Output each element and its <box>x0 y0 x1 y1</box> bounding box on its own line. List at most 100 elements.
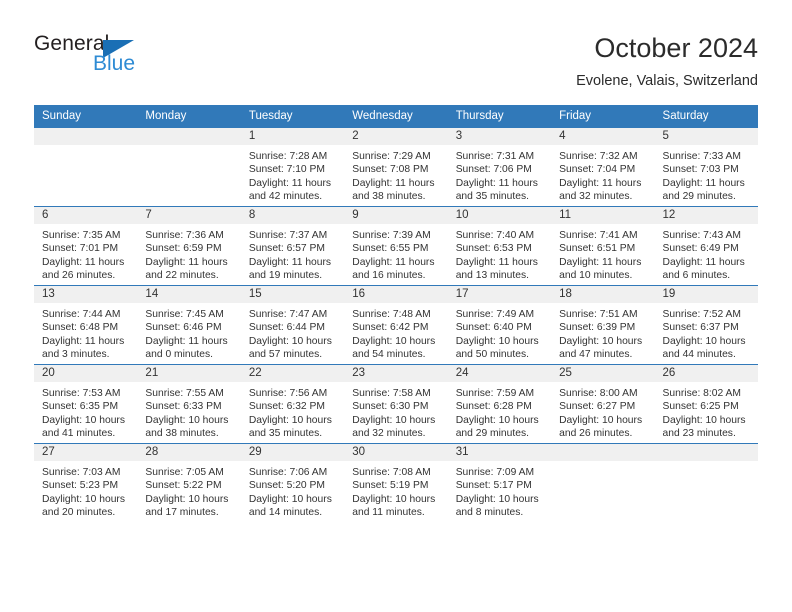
calendar-day-cell <box>551 443 655 522</box>
day-cell-content: 20 Sunrise: 7:53 AM Sunset: 6:35 PM Dayli… <box>34 365 138 443</box>
calendar-week-row: 27 Sunrise: 7:03 AM Sunset: 5:23 PM Dayli… <box>34 443 758 522</box>
day-number: 13 <box>34 286 138 303</box>
calendar-day-cell[interactable]: 9 Sunrise: 7:39 AM Sunset: 6:55 PM Daylig… <box>344 206 448 286</box>
calendar-day-cell[interactable]: 18 Sunrise: 7:51 AM Sunset: 6:39 PM Dayli… <box>551 285 655 365</box>
general-blue-logo[interactable]: General Blue <box>34 32 234 90</box>
calendar-day-cell[interactable]: 25 Sunrise: 8:00 AM Sunset: 6:27 PM Dayli… <box>551 364 655 444</box>
calendar-day-cell[interactable]: 10 Sunrise: 7:40 AM Sunset: 6:53 PM Dayli… <box>447 206 552 286</box>
day-cell-content: 4 Sunrise: 7:32 AM Sunset: 7:04 PM Daylig… <box>551 128 655 206</box>
day-sun-details: Sunrise: 8:02 AM Sunset: 6:25 PM Dayligh… <box>662 388 746 439</box>
day-number: 3 <box>447 128 552 145</box>
day-sun-details: Sunrise: 7:52 AM Sunset: 6:37 PM Dayligh… <box>662 309 746 360</box>
day-number: 26 <box>654 365 758 382</box>
day-number: 4 <box>551 128 655 145</box>
day-number: 1 <box>240 128 345 145</box>
day-sun-details: Sunrise: 7:56 AM Sunset: 6:32 PM Dayligh… <box>248 388 332 439</box>
day-number <box>34 128 138 145</box>
calendar-body: 1 Sunrise: 7:28 AM Sunset: 7:10 PM Daylig… <box>34 128 758 522</box>
calendar-day-cell[interactable]: 13 Sunrise: 7:44 AM Sunset: 6:48 PM Dayli… <box>34 285 138 365</box>
day-sun-details <box>551 461 654 466</box>
calendar-week-row: 20 Sunrise: 7:53 AM Sunset: 6:35 PM Dayli… <box>34 364 758 444</box>
calendar-day-cell[interactable]: 21 Sunrise: 7:55 AM Sunset: 6:33 PM Dayli… <box>137 364 241 444</box>
day-number: 7 <box>137 207 241 224</box>
day-number: 22 <box>240 365 345 382</box>
calendar-day-cell[interactable]: 7 Sunrise: 7:36 AM Sunset: 6:59 PM Daylig… <box>137 206 241 286</box>
calendar-day-cell[interactable]: 20 Sunrise: 7:53 AM Sunset: 6:35 PM Dayli… <box>34 364 138 444</box>
calendar-day-cell <box>34 128 138 207</box>
calendar-day-cell[interactable]: 23 Sunrise: 7:58 AM Sunset: 6:30 PM Dayli… <box>344 364 448 444</box>
calendar-day-cell[interactable]: 22 Sunrise: 7:56 AM Sunset: 6:32 PM Dayli… <box>240 364 345 444</box>
day-cell-content: 28 Sunrise: 7:05 AM Sunset: 5:22 PM Dayli… <box>137 444 241 522</box>
day-number: 16 <box>344 286 448 303</box>
calendar-day-cell[interactable]: 8 Sunrise: 7:37 AM Sunset: 6:57 PM Daylig… <box>240 206 345 286</box>
day-number: 23 <box>344 365 448 382</box>
weekday-header-friday: Friday <box>551 105 655 128</box>
day-cell-content: 18 Sunrise: 7:51 AM Sunset: 6:39 PM Dayli… <box>551 286 655 364</box>
calendar-day-cell[interactable]: 11 Sunrise: 7:41 AM Sunset: 6:51 PM Dayli… <box>551 206 655 286</box>
day-number: 9 <box>344 207 448 224</box>
calendar-day-cell[interactable]: 12 Sunrise: 7:43 AM Sunset: 6:49 PM Dayli… <box>654 206 758 286</box>
day-cell-content: 12 Sunrise: 7:43 AM Sunset: 6:49 PM Dayli… <box>654 207 758 285</box>
calendar-day-cell[interactable]: 5 Sunrise: 7:33 AM Sunset: 7:03 PM Daylig… <box>654 128 758 207</box>
day-sun-details: Sunrise: 7:41 AM Sunset: 6:51 PM Dayligh… <box>559 230 642 281</box>
day-cell-content: 22 Sunrise: 7:56 AM Sunset: 6:32 PM Dayli… <box>240 365 345 443</box>
calendar-day-cell[interactable]: 6 Sunrise: 7:35 AM Sunset: 7:01 PM Daylig… <box>34 206 138 286</box>
day-cell-content: 21 Sunrise: 7:55 AM Sunset: 6:33 PM Dayli… <box>137 365 241 443</box>
calendar-day-cell[interactable]: 24 Sunrise: 7:59 AM Sunset: 6:28 PM Dayli… <box>447 364 552 444</box>
calendar-day-cell[interactable]: 3 Sunrise: 7:31 AM Sunset: 7:06 PM Daylig… <box>447 128 552 207</box>
calendar-day-cell[interactable]: 26 Sunrise: 8:02 AM Sunset: 6:25 PM Dayli… <box>654 364 758 444</box>
day-cell-content: 14 Sunrise: 7:45 AM Sunset: 6:46 PM Dayli… <box>137 286 241 364</box>
day-sun-details: Sunrise: 7:08 AM Sunset: 5:19 PM Dayligh… <box>352 467 436 518</box>
day-cell-content: 15 Sunrise: 7:47 AM Sunset: 6:44 PM Dayli… <box>240 286 345 364</box>
calendar-day-cell[interactable]: 29 Sunrise: 7:06 AM Sunset: 5:20 PM Dayli… <box>240 443 345 522</box>
day-number: 28 <box>137 444 241 461</box>
day-sun-details: Sunrise: 7:28 AM Sunset: 7:10 PM Dayligh… <box>248 151 332 202</box>
calendar-day-cell[interactable]: 17 Sunrise: 7:49 AM Sunset: 6:40 PM Dayli… <box>447 285 552 365</box>
day-sun-details <box>137 145 240 150</box>
day-cell-content: 8 Sunrise: 7:37 AM Sunset: 6:57 PM Daylig… <box>240 207 345 285</box>
day-number: 17 <box>447 286 552 303</box>
day-sun-details: Sunrise: 8:00 AM Sunset: 6:27 PM Dayligh… <box>559 388 643 439</box>
calendar-day-cell[interactable]: 30 Sunrise: 7:08 AM Sunset: 5:19 PM Dayli… <box>344 443 448 522</box>
calendar-day-cell[interactable]: 4 Sunrise: 7:32 AM Sunset: 7:04 PM Daylig… <box>551 128 655 207</box>
day-number <box>137 128 241 145</box>
calendar-day-cell[interactable]: 28 Sunrise: 7:05 AM Sunset: 5:22 PM Dayli… <box>137 443 241 522</box>
day-number: 11 <box>551 207 655 224</box>
calendar-week-row: 6 Sunrise: 7:35 AM Sunset: 7:01 PM Daylig… <box>34 206 758 286</box>
day-cell-content: 25 Sunrise: 8:00 AM Sunset: 6:27 PM Dayli… <box>551 365 655 443</box>
calendar-day-cell[interactable]: 14 Sunrise: 7:45 AM Sunset: 6:46 PM Dayli… <box>137 285 241 365</box>
location-subtitle: Evolene, Valais, Switzerland <box>576 73 758 89</box>
calendar-day-cell[interactable]: 31 Sunrise: 7:09 AM Sunset: 5:17 PM Dayli… <box>447 443 552 522</box>
calendar-day-cell[interactable]: 16 Sunrise: 7:48 AM Sunset: 6:42 PM Dayli… <box>344 285 448 365</box>
day-cell-content: 7 Sunrise: 7:36 AM Sunset: 6:59 PM Daylig… <box>137 207 241 285</box>
calendar-day-cell[interactable]: 1 Sunrise: 7:28 AM Sunset: 7:10 PM Daylig… <box>240 128 345 207</box>
sunrise-sunset-calendar-table: Sunday Monday Tuesday Wednesday Thursday… <box>34 105 758 522</box>
calendar-day-cell[interactable]: 2 Sunrise: 7:29 AM Sunset: 7:08 PM Daylig… <box>344 128 448 207</box>
calendar-day-cell[interactable]: 19 Sunrise: 7:52 AM Sunset: 6:37 PM Dayli… <box>654 285 758 365</box>
day-cell-content: 19 Sunrise: 7:52 AM Sunset: 6:37 PM Dayli… <box>654 286 758 364</box>
day-sun-details: Sunrise: 7:40 AM Sunset: 6:53 PM Dayligh… <box>455 230 538 281</box>
day-number: 20 <box>34 365 138 382</box>
day-cell-content: 10 Sunrise: 7:40 AM Sunset: 6:53 PM Dayli… <box>447 207 552 285</box>
day-number: 8 <box>240 207 345 224</box>
day-number: 10 <box>447 207 552 224</box>
day-number: 6 <box>34 207 138 224</box>
calendar-day-cell[interactable]: 15 Sunrise: 7:47 AM Sunset: 6:44 PM Dayli… <box>240 285 345 365</box>
day-sun-details: Sunrise: 7:06 AM Sunset: 5:20 PM Dayligh… <box>248 467 332 518</box>
day-sun-details: Sunrise: 7:35 AM Sunset: 7:01 PM Dayligh… <box>42 230 125 281</box>
day-sun-details: Sunrise: 7:59 AM Sunset: 6:28 PM Dayligh… <box>455 388 539 439</box>
day-number: 27 <box>34 444 138 461</box>
title-block: October 2024 Evolene, Valais, Switzerlan… <box>576 32 758 92</box>
day-number: 24 <box>447 365 552 382</box>
weekday-header-sunday: Sunday <box>34 105 138 128</box>
day-sun-details: Sunrise: 7:49 AM Sunset: 6:40 PM Dayligh… <box>455 309 539 360</box>
calendar-day-cell[interactable]: 27 Sunrise: 7:03 AM Sunset: 5:23 PM Dayli… <box>34 443 138 522</box>
day-sun-details: Sunrise: 7:32 AM Sunset: 7:04 PM Dayligh… <box>559 151 642 202</box>
day-number: 21 <box>137 365 241 382</box>
day-number: 30 <box>344 444 448 461</box>
day-cell-content: 3 Sunrise: 7:31 AM Sunset: 7:06 PM Daylig… <box>447 128 552 206</box>
day-sun-details: Sunrise: 7:05 AM Sunset: 5:22 PM Dayligh… <box>145 467 229 518</box>
day-cell-content: 17 Sunrise: 7:49 AM Sunset: 6:40 PM Dayli… <box>447 286 552 364</box>
day-number: 14 <box>137 286 241 303</box>
day-sun-details: Sunrise: 7:45 AM Sunset: 6:46 PM Dayligh… <box>145 309 228 360</box>
